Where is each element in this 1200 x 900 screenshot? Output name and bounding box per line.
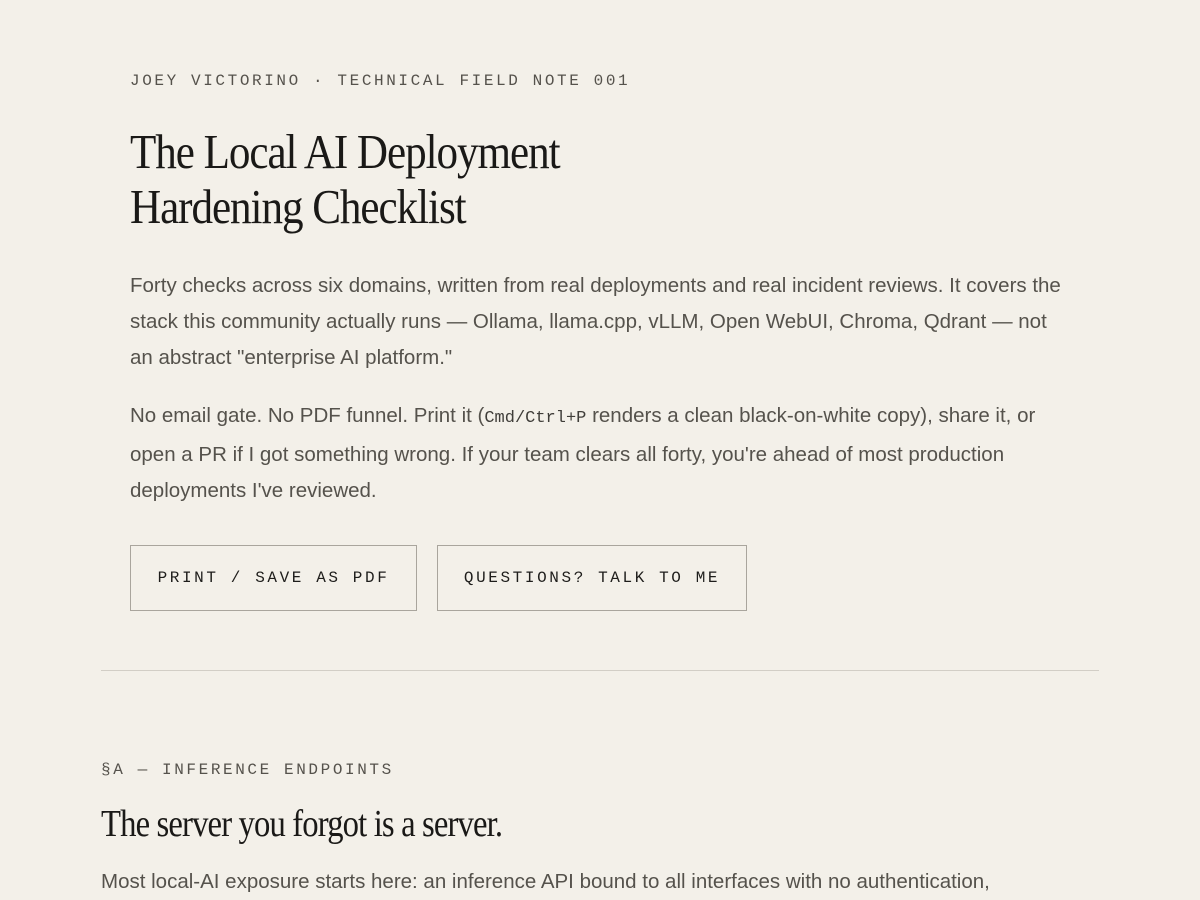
page-title: The Local AI Deployment Hardening Checkl… — [130, 124, 561, 234]
section-divider — [101, 670, 1099, 671]
section-title: The server you forgot is a server. — [101, 803, 503, 845]
shortcut-code: Cmd/Ctrl+P — [484, 409, 587, 428]
section-body: Most local-AI exposure starts here: an i… — [101, 870, 990, 893]
questions-talk-button[interactable]: QUESTIONS? TALK TO ME — [437, 545, 747, 611]
print-save-pdf-button[interactable]: PRINT / SAVE AS PDF — [130, 545, 417, 611]
intro-paragraph-2-start: No email gate. No PDF funnel. Print it ( — [130, 404, 485, 427]
page-title-line-2: Hardening Checklist — [130, 179, 467, 234]
article-eyebrow: JOEY VICTORINO · TECHNICAL FIELD NOTE 00… — [130, 72, 631, 90]
section-eyebrow: §A — INFERENCE ENDPOINTS — [101, 761, 394, 779]
intro-paragraph-1: Forty checks across six domains, written… — [130, 274, 1061, 369]
page-title-line-1: The Local AI Deployment — [130, 124, 561, 179]
intro-paragraph-2: No email gate. No PDF funnel. Print it (… — [130, 398, 1070, 509]
